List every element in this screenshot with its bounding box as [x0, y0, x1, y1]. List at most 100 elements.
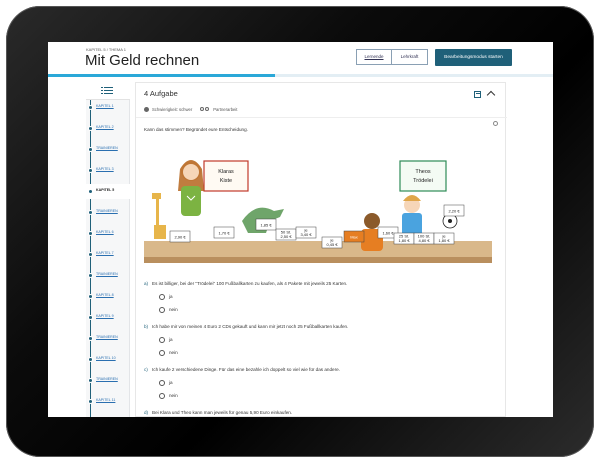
- sidebar-item-label: TRAINIEREN: [96, 146, 118, 150]
- timeline-dot: [88, 189, 93, 194]
- price-tag-text: 0,45 €: [326, 242, 338, 247]
- radio-button[interactable]: [159, 293, 165, 300]
- price-tag: 25 St.1,80 €: [393, 232, 415, 245]
- sign-left-line1: Klaras: [218, 169, 234, 175]
- chevron-up-icon[interactable]: [486, 90, 496, 100]
- answer-option[interactable]: nein: [159, 392, 178, 399]
- mode-tab-lehrkraft[interactable]: Lehrkraft: [392, 50, 427, 64]
- price-tag-text: Max: [350, 235, 358, 240]
- copy-icon[interactable]: [474, 91, 481, 98]
- sidebar-item[interactable]: TRAINIEREN: [86, 205, 130, 220]
- answer-option-label: ja: [169, 337, 173, 342]
- timeline-dot: [88, 399, 93, 404]
- sidebar-item-label: KAPITEL 8: [96, 293, 114, 297]
- question-label: d): [144, 410, 149, 415]
- answer-option[interactable]: nein: [159, 349, 178, 356]
- answer-option[interactable]: ja: [159, 379, 173, 386]
- sidebar-item-label: KAPITEL 11: [96, 398, 116, 402]
- answer-option-label: nein: [169, 350, 178, 355]
- sign-right: [399, 160, 447, 192]
- sidebar-item-label: KAPITEL 6: [96, 230, 114, 234]
- sidebar-item[interactable]: KAPITEL 11: [86, 394, 130, 409]
- timeline-dot: [88, 147, 93, 152]
- price-tag: je1,80 €: [433, 232, 455, 245]
- timeline-dot: [88, 126, 93, 131]
- answer-option[interactable]: ja: [159, 293, 173, 300]
- sidebar-item[interactable]: KAPITEL 12: [86, 415, 130, 417]
- price-tag: 50 St.2,50 €: [275, 228, 297, 241]
- sidebar-item[interactable]: KAPITEL 2: [86, 121, 130, 136]
- price-tag-text: 1,80 €: [398, 238, 410, 243]
- girl-figure: [178, 160, 204, 216]
- boy-figure: [402, 195, 422, 239]
- timeline-dot: [88, 168, 93, 173]
- sidebar-item[interactable]: TRAINIEREN: [86, 331, 130, 346]
- answer-option[interactable]: nein: [159, 306, 178, 313]
- price-tag-text: 4,80 €: [418, 238, 430, 243]
- page-title: Mit Geld rechnen: [85, 52, 200, 69]
- progress-bar: [48, 74, 553, 77]
- sidebar-item-label: TRAINIEREN: [96, 209, 118, 213]
- timeline-dot: [88, 273, 93, 278]
- timeline-dot: [88, 357, 93, 362]
- sidebar-item[interactable]: KAPITEL 8: [86, 289, 130, 304]
- sidebar-item[interactable]: KAPITEL 1: [86, 100, 130, 115]
- price-tag: Max: [343, 230, 365, 243]
- sidebar-item[interactable]: KAPITEL 6: [86, 226, 130, 241]
- sidebar-item[interactable]: TRAINIEREN: [86, 142, 130, 157]
- partner-icon: [200, 106, 210, 112]
- settings-icon[interactable]: [493, 121, 498, 126]
- divider: [136, 117, 507, 118]
- question-text: Es ist billiger, bei der "Trödelei" 100 …: [152, 281, 348, 286]
- question-text: Ich kaufe 2 verschiedene Dinge. Für das …: [152, 367, 340, 372]
- price-tag: 2,20 €: [443, 204, 465, 217]
- task-card: 4 Aufgabe Schwierigkeit: schwer Partnera…: [135, 82, 507, 417]
- sidebar-item-label: KAPITEL 2: [96, 125, 114, 129]
- price-tag-text: 1,85 €: [260, 223, 272, 228]
- mode-label: Partnerarbeit: [213, 106, 238, 112]
- timeline-dot: [88, 294, 93, 299]
- price-tag-text: 1,70 €: [218, 231, 230, 236]
- sidebar-item[interactable]: KAPITEL 10: [86, 352, 130, 367]
- answer-option-label: nein: [169, 393, 178, 398]
- sidebar-item[interactable]: KAPITEL 5: [86, 184, 130, 199]
- radio-button[interactable]: [159, 336, 165, 343]
- price-tag: je3,40 €: [295, 226, 317, 239]
- sidebar-item[interactable]: KAPITEL 7: [86, 247, 130, 262]
- price-tag-text: 1,60 €: [382, 231, 394, 236]
- difficulty-label: Schwierigkeit: schwer: [152, 106, 193, 112]
- radio-button[interactable]: [159, 349, 165, 356]
- radio-button[interactable]: [159, 379, 165, 386]
- sidebar-item-label: KAPITEL 7: [96, 251, 114, 255]
- price-tag-text: 3,40 €: [300, 232, 312, 237]
- question-label: b): [144, 324, 149, 329]
- sidebar-item-label: KAPITEL 9: [96, 314, 114, 318]
- mode-toggle: Lernende Lehrkraft: [356, 49, 428, 65]
- sidebar-item[interactable]: KAPITEL 3: [86, 163, 130, 178]
- list-icon[interactable]: [101, 87, 113, 95]
- mode-tab-lernende[interactable]: Lernende: [357, 50, 392, 64]
- sign-right-line1: Theos: [415, 169, 431, 175]
- sign-right-line2: Trödelei: [413, 178, 433, 184]
- timeline-dot: [88, 315, 93, 320]
- question-text: Bei Klara und Theo kann man jeweils für …: [152, 410, 293, 415]
- timeline-dot: [88, 210, 93, 215]
- sidebar-item[interactable]: TRAINIEREN: [86, 268, 130, 283]
- radio-button[interactable]: [159, 392, 165, 399]
- sign-left: [203, 160, 249, 192]
- timeline-dot: [88, 378, 93, 383]
- start-edit-mode-button[interactable]: Bearbeitungsmodus starten: [435, 49, 512, 66]
- price-tag-text: 1,80 €: [438, 238, 450, 243]
- page-header: KAPITEL 5 / THEMA 1 Mit Geld rechnen Ler…: [48, 42, 553, 74]
- answer-option[interactable]: ja: [159, 336, 173, 343]
- chapter-sidebar: KAPITEL 1 KAPITEL 2 TRAINIEREN KAPITEL 3 KAP…: [86, 82, 130, 417]
- timeline-dot: [88, 105, 93, 110]
- radio-button[interactable]: [159, 306, 165, 313]
- sidebar-item[interactable]: KAPITEL 9: [86, 310, 130, 325]
- timeline-dot: [88, 336, 93, 341]
- sidebar-item[interactable]: TRAINIEREN: [86, 373, 130, 388]
- sidebar-item-label: KAPITEL 5: [96, 188, 115, 192]
- question-label: a): [144, 281, 149, 286]
- sidebar-header: [86, 82, 130, 100]
- giraffe-toy: [152, 193, 166, 239]
